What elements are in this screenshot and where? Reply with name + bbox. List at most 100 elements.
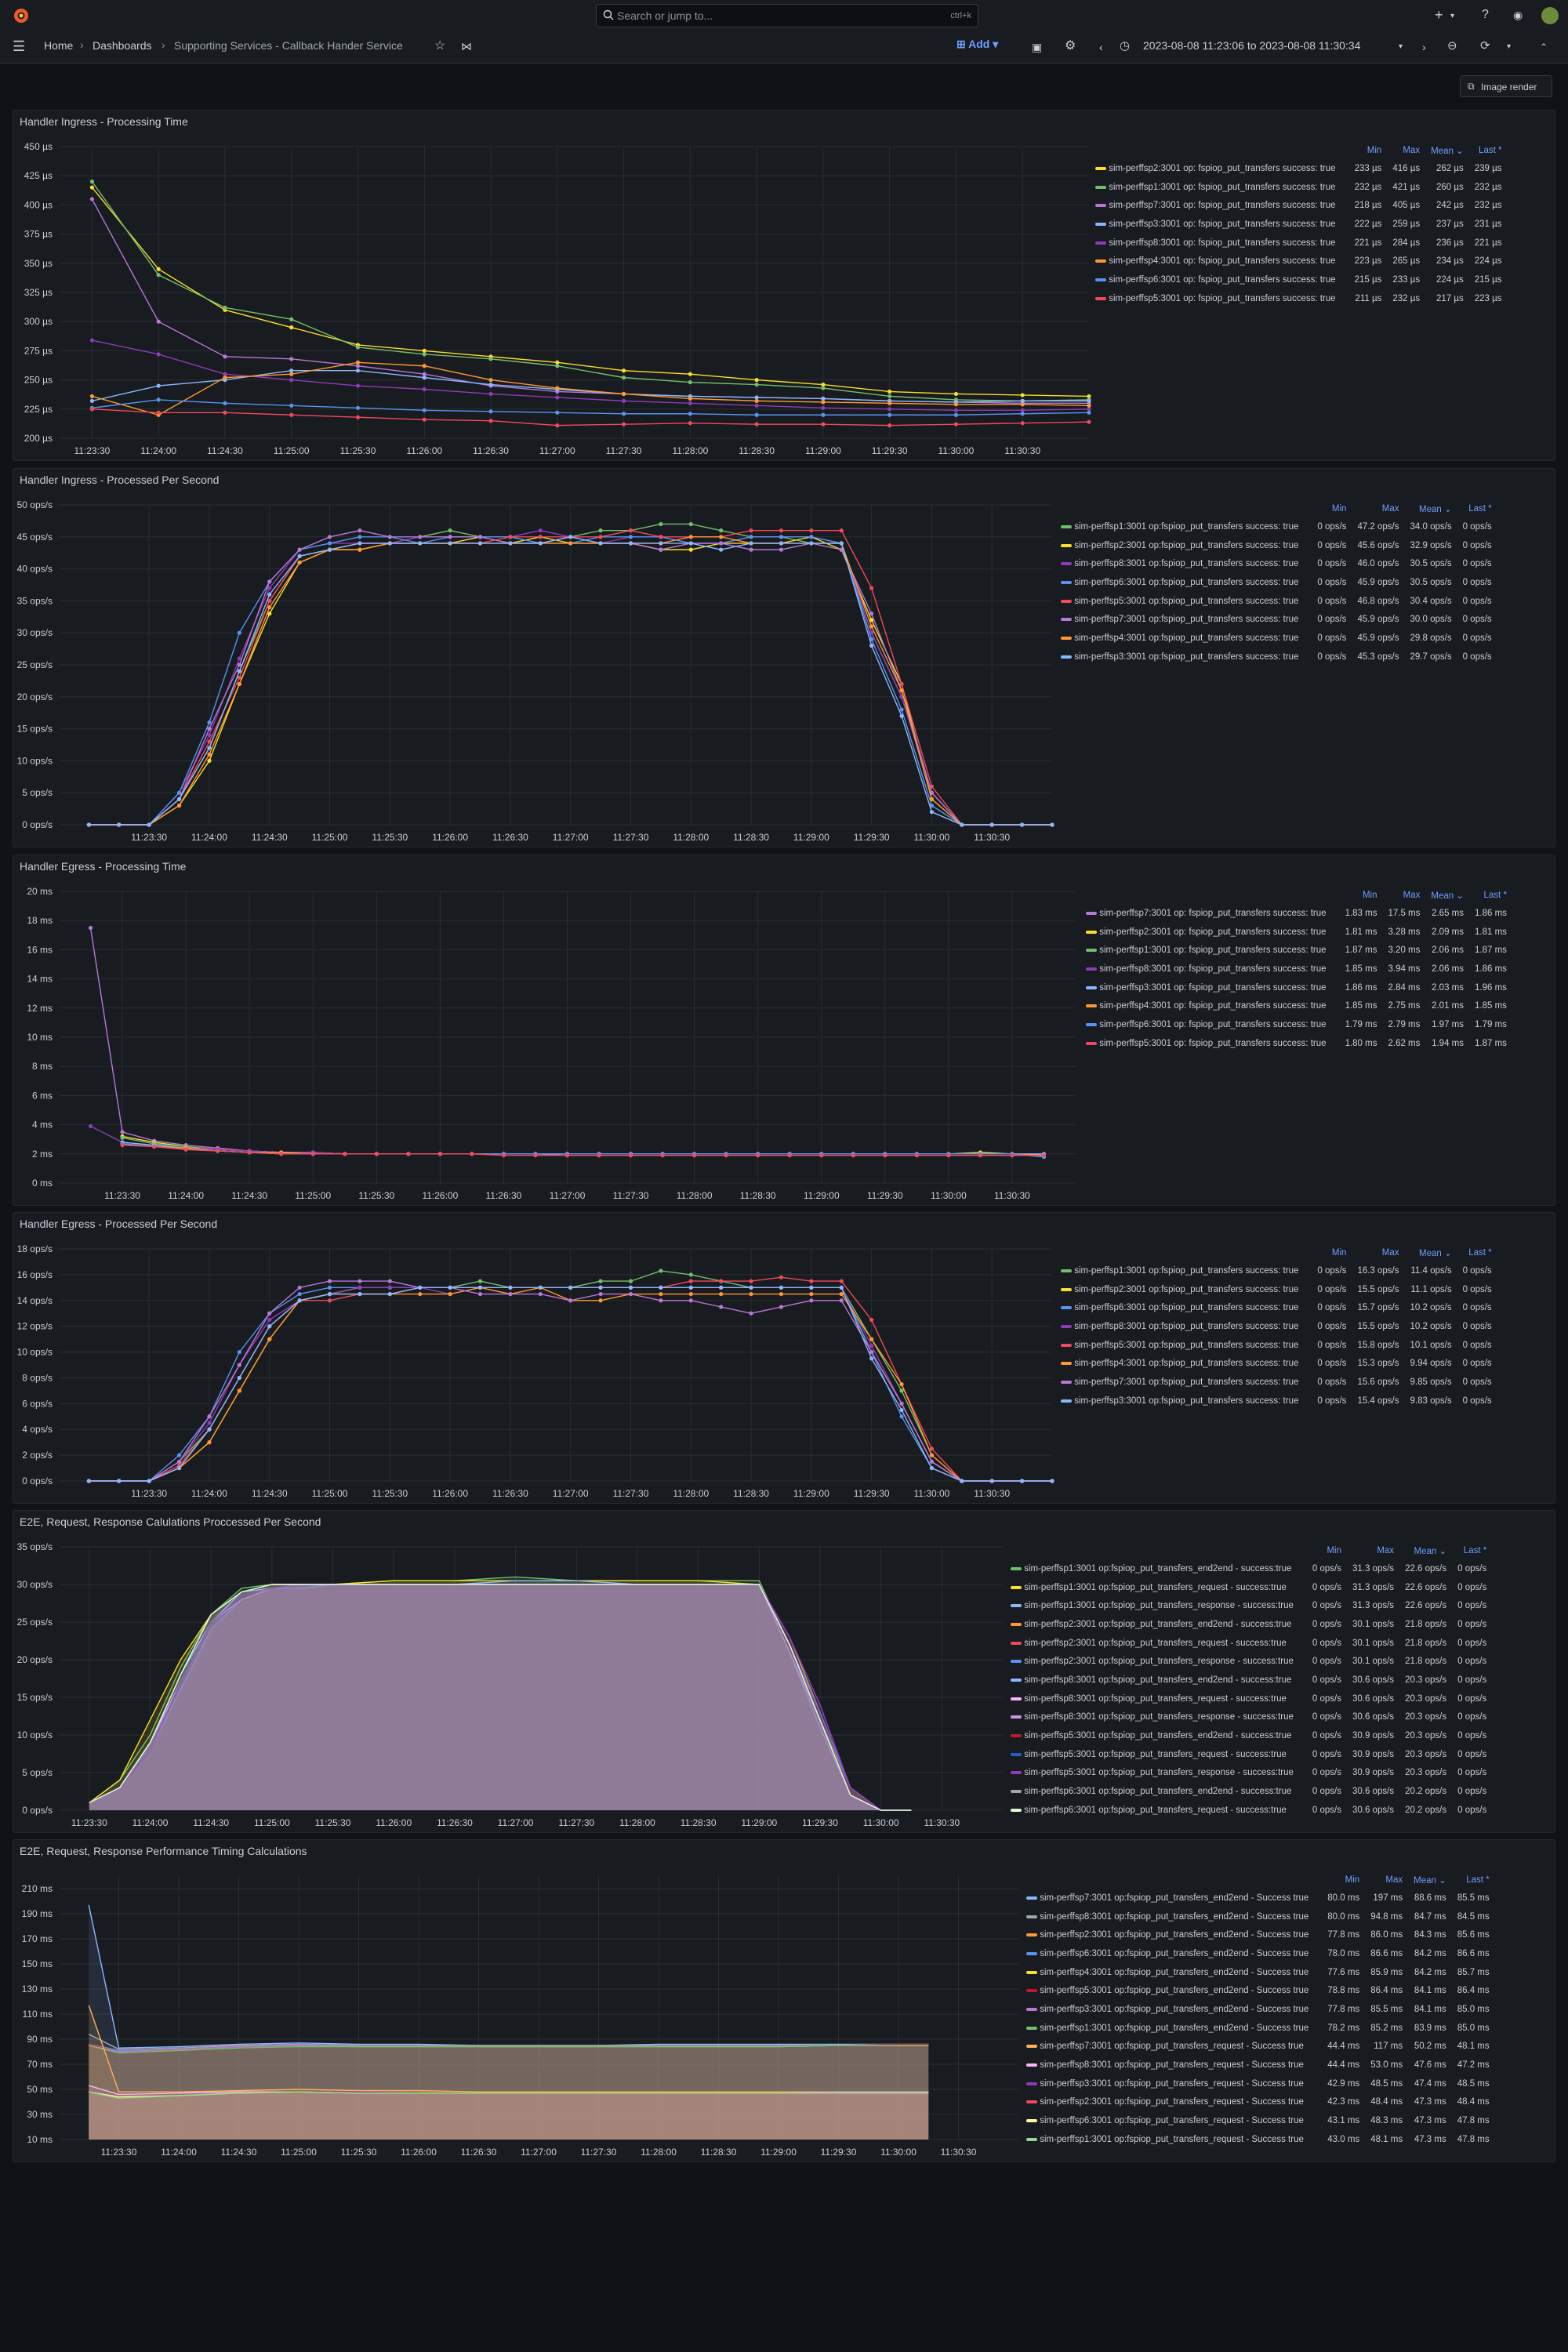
legend-row[interactable]: sim-perffsp8:3001 op: fspiop_put_transfe… [1081,960,1507,978]
legend-row[interactable]: sim-perffsp7:3001 op: fspiop_put_transfe… [1081,904,1507,923]
legend-header-max[interactable]: Max [1341,1542,1394,1559]
legend-header-min[interactable]: Min [1316,1871,1360,1889]
legend-row[interactable]: sim-perffsp8:3001 op:fspiop_put_transfer… [1006,1708,1486,1727]
legend-row[interactable]: sim-perffsp5:3001 op: fspiop_put_transfe… [1081,1034,1507,1053]
legend-row[interactable]: sim-perffsp3:3001 op: fspiop_put_transfe… [1091,215,1501,234]
gear-icon[interactable]: ⚙ [1065,39,1076,53]
legend-row[interactable]: sim-perffsp4:3001 op: fspiop_put_transfe… [1081,996,1507,1015]
legend-series-name[interactable]: sim-perffsp4:3001 op:fspiop_put_transfer… [1056,629,1306,648]
chevron-left-icon[interactable]: ‹ [1099,40,1103,54]
add-button[interactable]: ⊞ Add ▾ [956,38,998,56]
chevron-down-icon[interactable]: ▾ [1507,40,1511,54]
legend-row[interactable]: sim-perffsp8:3001 op:fspiop_put_transfer… [1022,2056,1490,2074]
legend-series-name[interactable]: sim-perffsp2:3001 op:fspiop_put_transfer… [1056,536,1306,555]
legend-series-name[interactable]: sim-perffsp8:3001 op:fspiop_put_transfer… [1006,1671,1301,1690]
breadcrumb-dashboards[interactable]: Dashboards [93,39,152,52]
help-icon[interactable]: ? [1482,8,1489,22]
legend-row[interactable]: sim-perffsp6:3001 op:fspiop_put_transfer… [1006,1782,1486,1801]
legend-row[interactable]: sim-perffsp3:3001 op: fspiop_put_transfe… [1081,978,1507,997]
legend-header-min[interactable]: Min [1306,1244,1347,1261]
legend-series-name[interactable]: sim-perffsp3:3001 op: fspiop_put_transfe… [1091,215,1344,234]
legend-row[interactable]: sim-perffsp1:3001 op:fspiop_put_transfer… [1022,2130,1490,2149]
legend-row[interactable]: sim-perffsp3:3001 op:fspiop_put_transfer… [1022,2074,1490,2093]
legend-row[interactable]: sim-perffsp8:3001 op:fspiop_put_transfer… [1056,1317,1492,1336]
legend-row[interactable]: sim-perffsp1:3001 op:fspiop_put_transfer… [1022,2019,1490,2038]
search-input[interactable]: Search or jump to... ctrl+k [596,4,978,27]
legend-row[interactable]: sim-perffsp5:3001 op:fspiop_put_transfer… [1056,1336,1492,1355]
legend-series-name[interactable]: sim-perffsp1:3001 op:fspiop_put_transfer… [1006,1578,1301,1597]
legend-series-name[interactable]: sim-perffsp8:3001 op:fspiop_put_transfer… [1022,1907,1316,1926]
legend-row[interactable]: sim-perffsp5:3001 op:fspiop_put_transfer… [1056,592,1492,611]
legend-row[interactable]: sim-perffsp8:3001 op:fspiop_put_transfer… [1006,1671,1486,1690]
legend-row[interactable]: sim-perffsp1:3001 op:fspiop_put_transfer… [1006,1596,1486,1615]
chevron-down-icon[interactable]: ▾ [1450,9,1454,24]
menu-icon[interactable]: ☰ [13,39,25,53]
legend-header-max[interactable]: Max [1346,1244,1399,1261]
legend-row[interactable]: sim-perffsp4:3001 op: fspiop_put_transfe… [1091,252,1501,270]
legend-series-name[interactable]: sim-perffsp2:3001 op:fspiop_put_transfer… [1006,1615,1301,1634]
legend-row[interactable]: sim-perffsp2:3001 op:fspiop_put_transfer… [1022,2093,1490,2112]
share-icon[interactable]: ⋈ [461,39,472,53]
breadcrumb-home[interactable]: Home [44,39,73,52]
legend-series-name[interactable]: sim-perffsp5:3001 op:fspiop_put_transfer… [1006,1726,1301,1745]
legend-row[interactable]: sim-perffsp5:3001 op: fspiop_put_transfe… [1091,289,1501,308]
chevron-down-icon[interactable]: ▾ [1399,40,1403,54]
legend-series-name[interactable]: sim-perffsp7:3001 op:fspiop_put_transfer… [1056,1373,1306,1392]
zoom-out-icon[interactable]: ⊖ [1447,39,1457,53]
legend-row[interactable]: sim-perffsp7:3001 op:fspiop_put_transfer… [1022,1889,1490,1907]
grafana-logo-icon[interactable] [13,7,30,24]
legend-series-name[interactable]: sim-perffsp2:3001 op:fspiop_put_transfer… [1022,2093,1316,2112]
legend-row[interactable]: sim-perffsp5:3001 op:fspiop_put_transfer… [1006,1726,1486,1745]
legend-series-name[interactable]: sim-perffsp5:3001 op:fspiop_put_transfer… [1056,1336,1306,1355]
legend-row[interactable]: sim-perffsp6:3001 op:fspiop_put_transfer… [1022,1944,1490,1963]
legend-row[interactable]: sim-perffsp1:3001 op:fspiop_put_transfer… [1006,1578,1486,1597]
legend-row[interactable]: sim-perffsp7:3001 op: fspiop_put_transfe… [1091,196,1501,215]
legend-series-name[interactable]: sim-perffsp6:3001 op:fspiop_put_transfer… [1022,2111,1316,2130]
legend-row[interactable]: sim-perffsp1:3001 op:fspiop_put_transfer… [1056,517,1492,536]
time-range-picker[interactable]: 2023-08-08 11:23:06 to 2023-08-08 11:30:… [1143,39,1360,52]
legend-series-name[interactable]: sim-perffsp8:3001 op: fspiop_put_transfe… [1081,960,1334,978]
avatar[interactable] [1541,7,1559,24]
legend-series-name[interactable]: sim-perffsp4:3001 op:fspiop_put_transfer… [1056,1354,1306,1373]
legend-header-last[interactable]: Last * [1446,1871,1489,1889]
legend-row[interactable]: sim-perffsp5:3001 op:fspiop_put_transfer… [1006,1745,1486,1764]
legend-row[interactable]: sim-perffsp1:3001 op: fspiop_put_transfe… [1091,178,1501,197]
legend-header-mean[interactable]: Mean ⌄ [1394,1542,1447,1559]
legend-series-name[interactable]: sim-perffsp3:3001 op:fspiop_put_transfer… [1022,2000,1316,2019]
refresh-icon[interactable]: ⟳ [1480,39,1490,53]
legend-header-mean[interactable]: Mean ⌄ [1420,887,1464,904]
legend-row[interactable]: sim-perffsp7:3001 op:fspiop_put_transfer… [1022,2038,1490,2056]
legend-header-max[interactable]: Max [1381,142,1420,159]
legend-header-max[interactable]: Max [1346,500,1399,517]
legend-row[interactable]: sim-perffsp6:3001 op:fspiop_put_transfer… [1056,1298,1492,1317]
legend-series-name[interactable]: sim-perffsp2:3001 op:fspiop_put_transfer… [1006,1634,1301,1653]
legend-header-max[interactable]: Max [1377,887,1421,904]
legend-series-name[interactable]: sim-perffsp8:3001 op:fspiop_put_transfer… [1022,2056,1316,2074]
legend-row[interactable]: sim-perffsp8:3001 op:fspiop_put_transfer… [1022,1907,1490,1926]
legend-row[interactable]: sim-perffsp5:3001 op:fspiop_put_transfer… [1006,1764,1486,1783]
legend-header-last[interactable]: Last * [1464,142,1501,159]
legend-row[interactable]: sim-perffsp1:3001 op: fspiop_put_transfe… [1081,941,1507,960]
legend-row[interactable]: sim-perffsp4:3001 op:fspiop_put_transfer… [1056,629,1492,648]
legend-row[interactable]: sim-perffsp4:3001 op:fspiop_put_transfer… [1022,1963,1490,1982]
legend-row[interactable]: sim-perffsp6:3001 op:fspiop_put_transfer… [1006,1801,1486,1820]
legend-series-name[interactable]: sim-perffsp5:3001 op:fspiop_put_transfer… [1006,1764,1301,1783]
save-icon[interactable]: ▣ [1032,40,1042,54]
legend-row[interactable]: sim-perffsp1:3001 op:fspiop_put_transfer… [1006,1559,1486,1578]
legend-series-name[interactable]: sim-perffsp1:3001 op:fspiop_put_transfer… [1022,2019,1316,2038]
legend-row[interactable]: sim-perffsp6:3001 op: fspiop_put_transfe… [1081,1015,1507,1034]
legend-series-name[interactable]: sim-perffsp6:3001 op:fspiop_put_transfer… [1056,573,1306,592]
legend-row[interactable]: sim-perffsp2:3001 op:fspiop_put_transfer… [1006,1652,1486,1671]
legend-row[interactable]: sim-perffsp8:3001 op:fspiop_put_transfer… [1006,1690,1486,1708]
legend-series-name[interactable]: sim-perffsp6:3001 op:fspiop_put_transfer… [1006,1801,1301,1820]
legend-series-name[interactable]: sim-perffsp6:3001 op:fspiop_put_transfer… [1006,1782,1301,1801]
legend-series-name[interactable]: sim-perffsp7:3001 op: fspiop_put_transfe… [1091,196,1344,215]
legend-series-name[interactable]: sim-perffsp8:3001 op:fspiop_put_transfer… [1056,1317,1306,1336]
legend-series-name[interactable]: sim-perffsp3:3001 op:fspiop_put_transfer… [1056,1392,1306,1410]
chevron-up-icon[interactable]: ⌃ [1540,40,1548,54]
legend-series-name[interactable]: sim-perffsp5:3001 op:fspiop_put_transfer… [1056,592,1306,611]
legend-header-last[interactable]: Last * [1464,887,1507,904]
legend-row[interactable]: sim-perffsp7:3001 op:fspiop_put_transfer… [1056,610,1492,629]
legend-series-name[interactable]: sim-perffsp3:3001 op:fspiop_put_transfer… [1056,648,1306,666]
legend-row[interactable]: sim-perffsp3:3001 op:fspiop_put_transfer… [1022,2000,1490,2019]
